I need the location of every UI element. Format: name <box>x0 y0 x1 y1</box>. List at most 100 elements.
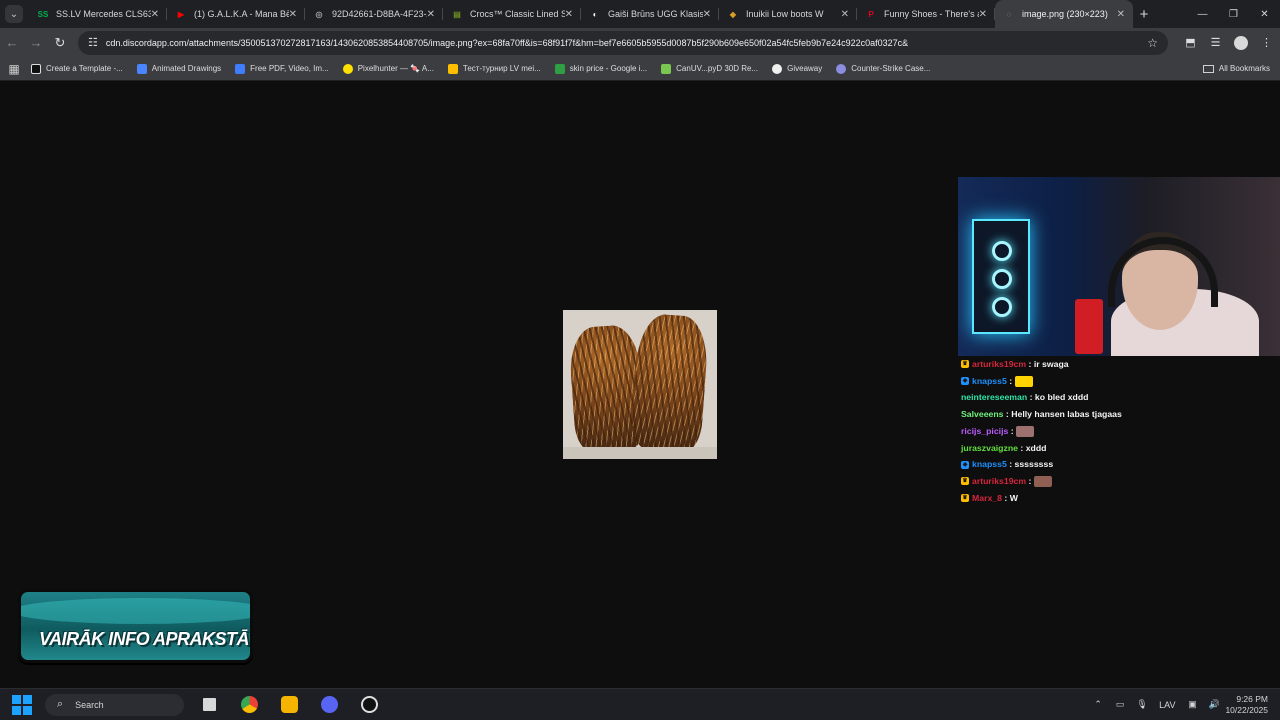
close-icon[interactable]: ✕ <box>979 9 987 20</box>
tab-92d42661[interactable]: ◎ 92D42661-D8BA-4F23-A ✕ <box>305 0 443 28</box>
language-indicator[interactable]: LAV <box>1159 700 1175 710</box>
bookmark-giveaway[interactable]: Giveaway <box>765 63 829 74</box>
bookmark-star-icon[interactable]: ☆ <box>1147 36 1158 50</box>
bookmark-canuv[interactable]: CanUV...pyD 30D Re... <box>654 63 765 74</box>
image-icon: ◌ <box>1006 9 1012 19</box>
taskbar-search[interactable]: ⌕ Search <box>45 693 184 716</box>
pinterest-icon: P <box>868 9 874 19</box>
folder-icon <box>1202 64 1214 73</box>
chat-username: Marx_8 <box>972 492 1002 503</box>
all-bookmarks-button[interactable]: All Bookmarks <box>1202 64 1270 73</box>
chevron-up-icon[interactable]: ⌃ <box>1087 699 1109 710</box>
file-explorer-icon[interactable] <box>274 691 304 719</box>
windows-start-icon[interactable] <box>12 694 32 715</box>
chat-username: arturiks19cm <box>972 359 1027 369</box>
close-icon[interactable]: ✕ <box>289 9 297 20</box>
chat-username: knapss5 <box>972 459 1007 470</box>
bookmark-label: Counter-Strike Case... <box>851 64 931 73</box>
chat-text: ssssssss <box>1014 459 1054 470</box>
chat-message: ◆ knapss5 : <box>961 373 1271 390</box>
chrome-icon[interactable] <box>234 691 264 719</box>
bookmark-tournament[interactable]: Тест-турнир LV mei... <box>441 63 548 74</box>
extensions-icon[interactable]: ⬒ <box>1178 36 1203 50</box>
bookmark-animated-drawings[interactable]: Animated Drawings <box>130 63 228 74</box>
close-icon[interactable]: ✕ <box>841 9 849 20</box>
discord-icon[interactable] <box>314 691 344 719</box>
network-icon[interactable]: ▭ <box>1109 699 1131 710</box>
forward-button[interactable]: → <box>24 35 48 50</box>
microphone-icon[interactable]: 🎙 <box>1131 699 1153 710</box>
bookmark-skin-price[interactable]: skin price - Google i... <box>548 63 654 74</box>
game-icon <box>661 63 672 74</box>
tab-pinterest[interactable]: P Funny Shoes - There's a ✕ <box>857 0 995 28</box>
info-banner: VAIRĀK INFO APRAKSTĀ <box>18 589 253 663</box>
tab-crocs[interactable]: ▤ Crocs™ Classic Lined Sho✕ <box>443 0 581 28</box>
crown-icon: ♛ <box>961 477 969 486</box>
close-icon[interactable]: ✕ <box>1117 9 1125 20</box>
close-icon[interactable]: ✕ <box>565 9 573 20</box>
chat-message: neintereseeman : ko bled xddd <box>961 389 1271 406</box>
toolbar-actions: ⬒ ☰ ⋮ <box>1178 35 1279 50</box>
chat-message: Salveeens : Helly hansen labas tjagaas <box>961 406 1271 423</box>
fur-boot-right <box>630 312 710 454</box>
chat-username: neintereseeman <box>961 392 1028 403</box>
tab-youtube[interactable]: ▶ (1) G.A.L.K.A - Mana Bērn ✕ <box>167 0 305 28</box>
tab-title: image.png (230×223) <box>1022 9 1108 19</box>
pixelhunter-icon <box>342 63 353 74</box>
window-controls: — ❐ ✕ <box>1187 9 1280 20</box>
time: 9:26 PM <box>1236 693 1268 704</box>
bookmark-counter-strike[interactable]: Counter-Strike Case... <box>829 63 937 74</box>
bookmark-pixelhunter[interactable]: Pixelhunter — 🍬 A... <box>336 63 441 74</box>
display-icon[interactable]: ▣ <box>1181 699 1203 710</box>
close-icon[interactable]: ✕ <box>703 9 711 20</box>
chat-message: ricijs_picijs : <box>961 423 1271 440</box>
new-tab-button[interactable]: + <box>1133 6 1155 23</box>
chat-overlay: ♛ arturiks19cm : ir swaga ◆ knapss5 : nein… <box>961 356 1271 506</box>
reading-list-icon[interactable]: ☰ <box>1203 36 1228 50</box>
url-text[interactable]: cdn.discordapp.com/attachments/350051370… <box>106 38 1116 48</box>
search-icon: ⌕ <box>57 698 64 710</box>
chat-username: Salveeens <box>961 409 1004 420</box>
back-button[interactable]: ← <box>0 35 24 50</box>
boot-image[interactable] <box>563 310 717 459</box>
volume-icon[interactable]: 🔊 <box>1203 699 1225 710</box>
address-bar[interactable]: ☷ cdn.discordapp.com/attachments/3500513… <box>78 30 1168 55</box>
tab-ugg[interactable]: ◐ Gaiši Brūns UGG Klasiski ✕ <box>581 0 719 28</box>
crown-icon <box>447 63 458 74</box>
game-icon[interactable] <box>354 691 384 719</box>
task-view-icon[interactable] <box>194 691 224 719</box>
browser-toolbar: ← → ↻ ☷ cdn.discordapp.com/attachments/3… <box>0 28 1280 57</box>
ugg-icon: ◐ <box>592 9 598 19</box>
browser-tab-strip: ⌄ SSSS.LV Mercedes CLS63 AM✕ ▶(1) G.A.L.… <box>0 0 1280 28</box>
bookmark-label: Free PDF, Video, Im... <box>250 64 329 73</box>
menu-icon[interactable]: ⋮ <box>1254 36 1279 50</box>
chat-username: knapss5 <box>972 375 1007 386</box>
tab-search-button[interactable]: ⌄ <box>5 5 23 23</box>
bookmark-create-template[interactable]: Create a Template -... <box>24 63 130 74</box>
fan-light <box>992 241 1012 261</box>
subscriber-icon: ◆ <box>961 377 969 386</box>
headset <box>1108 237 1218 307</box>
bookmark-free-pdf[interactable]: Free PDF, Video, Im... <box>228 63 336 74</box>
all-bookmarks-label: All Bookmarks <box>1218 64 1270 73</box>
reload-button[interactable]: ↻ <box>48 35 72 51</box>
bookmark-label: CanUV...pyD 30D Re... <box>676 64 759 73</box>
counter-strike-icon <box>836 63 847 74</box>
site-info-icon[interactable]: ☷ <box>88 36 98 49</box>
tab-ss-lv[interactable]: SS SS.LV Mercedes CLS63 AM✕ <box>29 0 167 28</box>
tab-inuikii[interactable]: ◆ Inuikii Low boots W ✕ <box>719 0 857 28</box>
crown-icon: ♛ <box>961 493 969 502</box>
clock[interactable]: 9:26 PM 10/22/2025 <box>1225 694 1268 716</box>
close-window-icon[interactable]: ✕ <box>1249 9 1280 20</box>
profile-avatar[interactable] <box>1234 35 1248 50</box>
tab-image-png[interactable]: ◌ image.png (230×223) ✕ <box>995 0 1133 28</box>
restore-icon[interactable]: ❐ <box>1218 9 1249 20</box>
close-icon[interactable]: ✕ <box>151 9 159 20</box>
bookmark-label: Animated Drawings <box>151 64 222 73</box>
close-icon[interactable]: ✕ <box>427 9 435 20</box>
tab-title: SS.LV Mercedes CLS63 AM <box>56 9 151 19</box>
minimize-icon[interactable]: — <box>1187 9 1218 20</box>
fan-light <box>992 297 1012 317</box>
ss-icon: SS <box>37 9 49 19</box>
apps-grid-icon[interactable]: ▦ <box>4 62 24 76</box>
